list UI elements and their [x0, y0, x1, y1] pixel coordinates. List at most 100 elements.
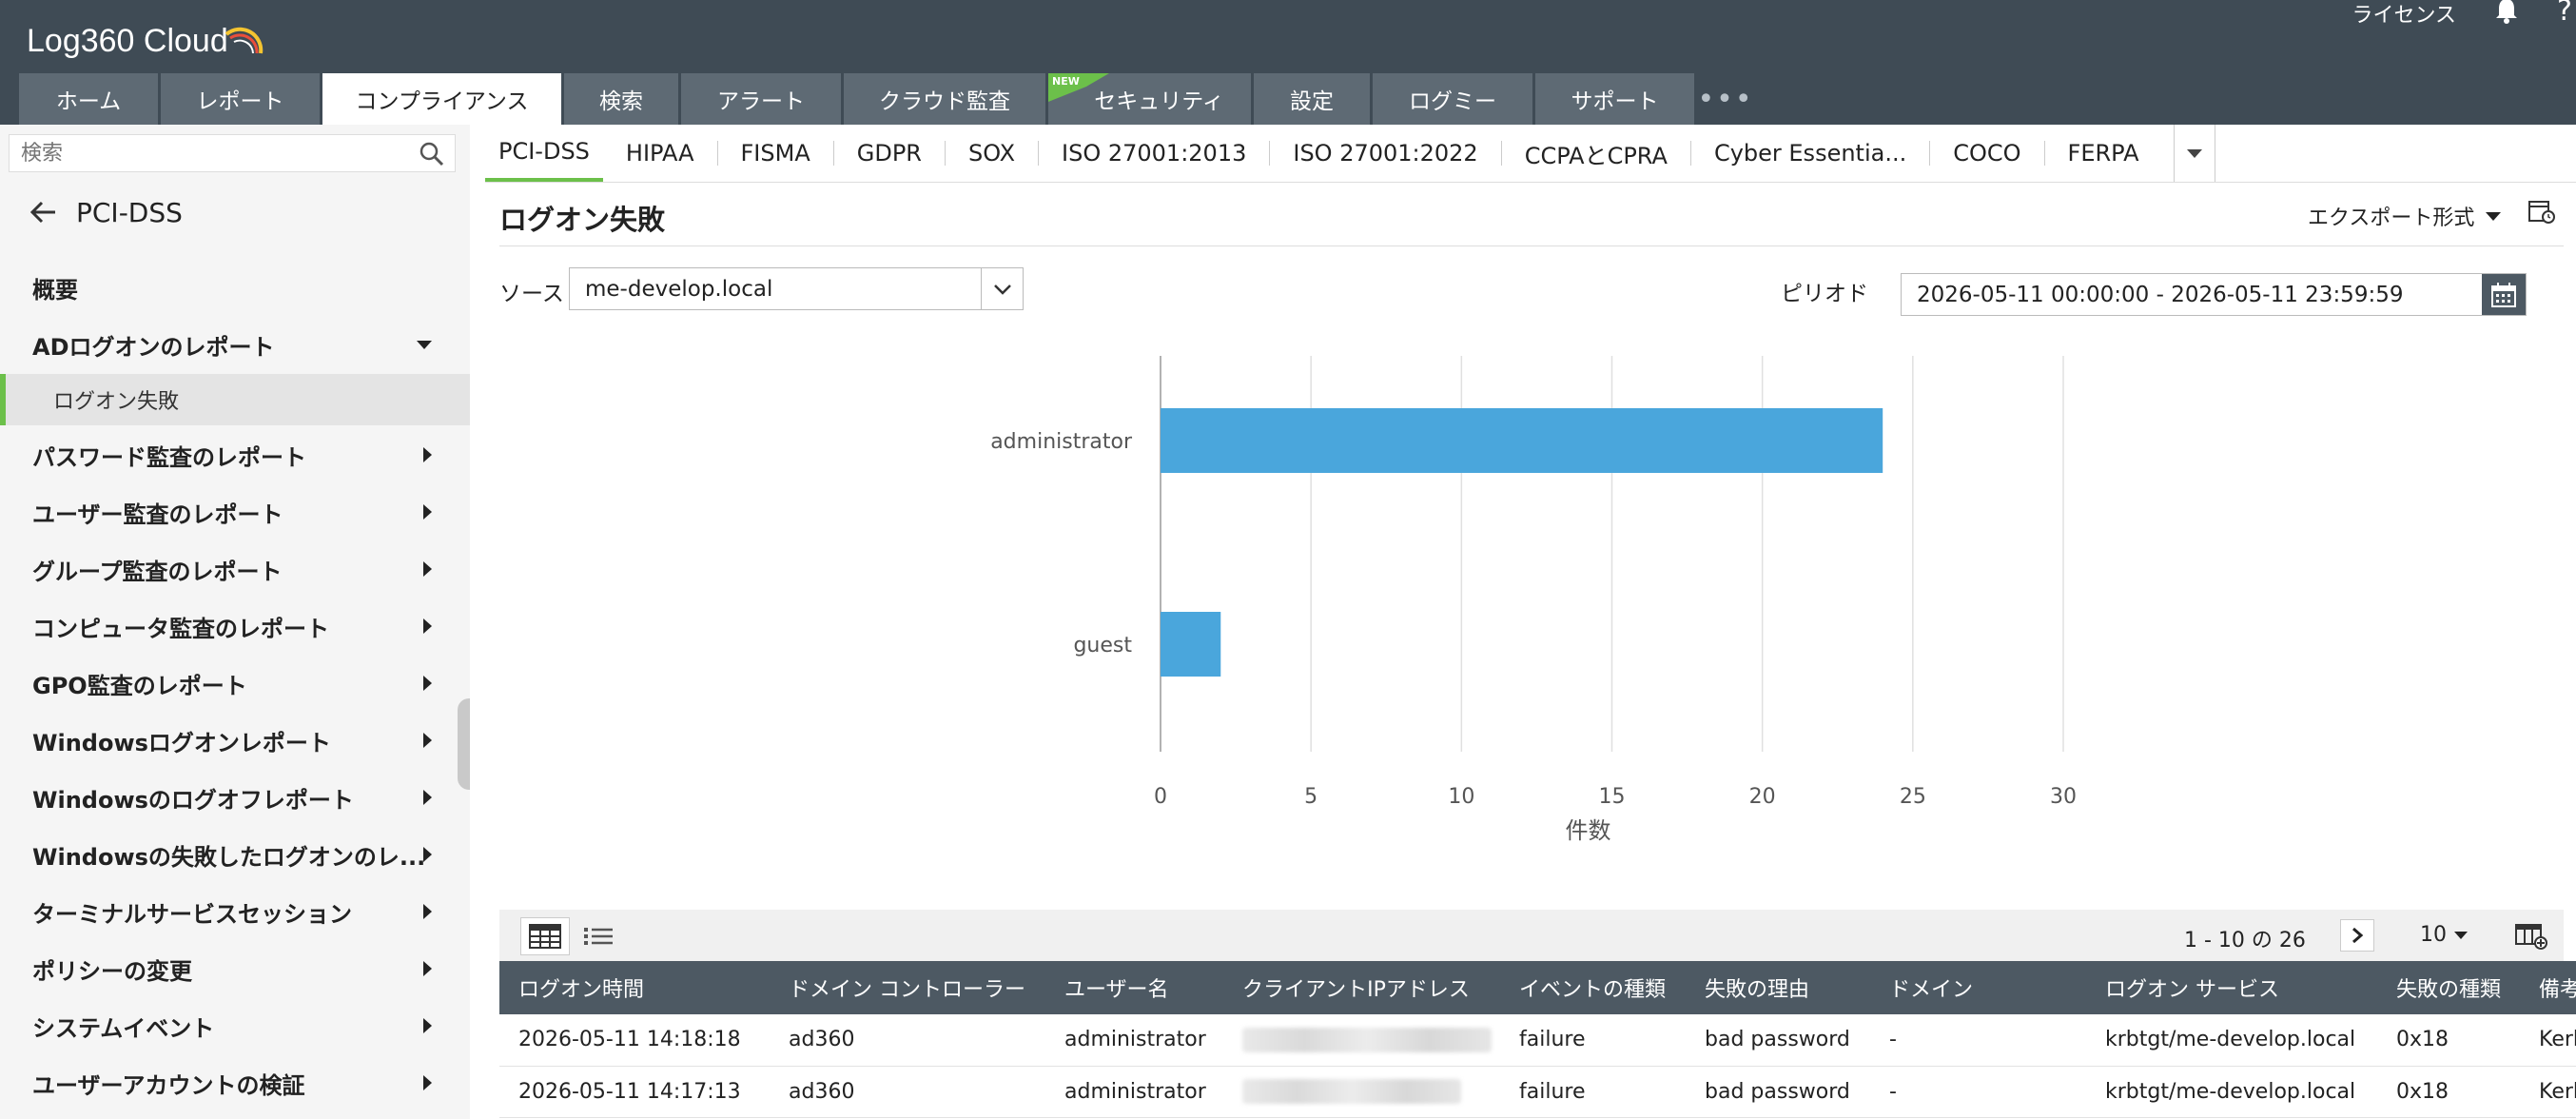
license-link[interactable]: ライセンス	[2352, 0, 2456, 29]
back-arrow-icon[interactable]	[29, 197, 59, 227]
tab-hipaa[interactable]: HIPAA	[603, 125, 717, 182]
tab-cyber-essentials[interactable]: Cyber Essentia...	[1691, 125, 1929, 182]
sidebar-item-system-events[interactable]: システムイベント	[0, 1002, 470, 1050]
chevron-right-icon	[423, 904, 432, 919]
more-compliance-tabs-button[interactable]	[2173, 125, 2215, 182]
tab-cloud-audit[interactable]: クラウド監査	[844, 73, 1045, 125]
table-row[interactable]: 2026-05-11 14:18:18 ad360 administrator …	[499, 1014, 2576, 1067]
cell-logon-time: 2026-05-11 14:18:18	[499, 1014, 770, 1067]
tab-fisma[interactable]: FISMA	[718, 125, 833, 182]
sidebar-item-user-audit[interactable]: ユーザー監査のレポート	[0, 488, 470, 536]
sidebar-item-computer-audit[interactable]: コンピュータ監査のレポート	[0, 602, 470, 650]
sidebar-item-windows-failed-logon[interactable]: Windowsの失敗したログオンのレ...	[0, 831, 470, 878]
tab-alerts[interactable]: アラート	[681, 73, 841, 125]
notification-bell-icon[interactable]	[2492, 0, 2521, 25]
cell-user-name: administrator	[1045, 1014, 1223, 1067]
cell-logon-service: krbtgt/me-develop.local	[2086, 1066, 2377, 1118]
tab-pci-dss[interactable]: PCI-DSS	[485, 125, 603, 182]
export-format-dropdown[interactable]: エクスポート形式	[2308, 201, 2502, 231]
period-date-range[interactable]: 2026-05-11 00:00:00 - 2026-05-11 23:59:5…	[1901, 273, 2527, 316]
more-tabs-icon[interactable]: •••	[1697, 73, 1754, 125]
column-header-event-type[interactable]: イベントの種類	[1500, 961, 1686, 1014]
sidebar-collapse-handle[interactable]	[458, 698, 470, 790]
tab-pci-dss-label: PCI-DSS	[498, 138, 590, 165]
tab-logme[interactable]: ログミー	[1373, 73, 1532, 125]
sidebar-item-logon-failures[interactable]: ログオン失敗	[0, 374, 470, 425]
chart-bar[interactable]	[1161, 612, 1221, 677]
column-header-remarks[interactable]: 備考	[2520, 961, 2576, 1014]
tab-support[interactable]: サポート	[1535, 73, 1694, 125]
sidebar-item-password-audit[interactable]: パスワード監査のレポート	[0, 431, 470, 479]
sidebar-item-ad-logon-reports[interactable]: ADログオンのレポート	[0, 321, 470, 368]
sidebar-item-overview[interactable]: 概要	[0, 264, 470, 311]
column-header-failure-reason[interactable]: 失敗の理由	[1686, 961, 1870, 1014]
next-page-button[interactable]	[2340, 919, 2374, 952]
sidebar-item-gpo-audit[interactable]: GPO監査のレポート	[0, 659, 470, 707]
sidebar-search-input[interactable]	[10, 135, 390, 171]
schedule-report-icon[interactable]	[2527, 196, 2557, 226]
source-select[interactable]: me-develop.local	[569, 267, 1024, 310]
sidebar-item-label: Windowsの失敗したログオンのレ...	[32, 843, 426, 871]
tab-ferpa[interactable]: FERPA	[2045, 125, 2162, 182]
sidebar-item-policy-changes[interactable]: ポリシーの変更	[0, 945, 470, 992]
app-logo[interactable]: Log360 Cloud	[27, 23, 263, 60]
back-row[interactable]: PCI-DSS	[29, 193, 183, 231]
tab-compliance[interactable]: コンプライアンス	[322, 73, 561, 125]
chevron-right-icon	[423, 961, 432, 976]
sidebar-item-terminal-services[interactable]: ターミナルサービスセッション	[0, 888, 470, 935]
column-header-logon-time[interactable]: ログオン時間	[499, 961, 770, 1014]
sidebar-item-windows-logoff[interactable]: Windowsのログオフレポート	[0, 774, 470, 821]
sidebar-item-account-validation[interactable]: ユーザーアカウントの検証	[0, 1059, 470, 1107]
tab-fisma-label: FISMA	[740, 140, 810, 167]
tab-coco[interactable]: COCO	[1930, 125, 2043, 182]
title-divider	[499, 245, 2564, 246]
column-chooser-icon[interactable]	[2514, 919, 2548, 952]
column-header-failure-type[interactable]: 失敗の種類	[2377, 961, 2520, 1014]
rows-per-page-value: 10	[2420, 923, 2447, 947]
column-header-domain[interactable]: ドメイン	[1870, 961, 2086, 1014]
app-logo-text: Log360 Cloud	[27, 23, 228, 59]
chart-bar[interactable]	[1161, 408, 1883, 473]
tab-security[interactable]: NEW セキュリティ	[1048, 73, 1251, 125]
tab-hipaa-label: HIPAA	[625, 140, 694, 167]
chevron-right-icon	[423, 733, 432, 748]
redacted-ip	[1242, 1079, 1461, 1104]
tab-iso-27001-2013-label: ISO 27001:2013	[1062, 140, 1247, 167]
tab-gdpr-label: GDPR	[856, 140, 922, 167]
tab-gdpr[interactable]: GDPR	[834, 125, 945, 182]
tab-search[interactable]: 検索	[564, 73, 678, 125]
sidebar-section-title: PCI-DSS	[76, 196, 183, 228]
table-view-button[interactable]	[520, 917, 570, 955]
tab-security-label: セキュリティ	[1094, 89, 1224, 114]
search-icon[interactable]	[419, 141, 445, 167]
chevron-right-icon	[423, 618, 432, 634]
rows-per-page-select[interactable]: 10	[2420, 923, 2468, 947]
pagination-text: 1 - 10 の 26	[2184, 929, 2306, 952]
chart-x-tick-label: 0	[1154, 785, 1167, 809]
tab-iso-27001-2013[interactable]: ISO 27001:2013	[1039, 125, 1269, 182]
sidebar-item-windows-logon[interactable]: Windowsログオンレポート	[0, 717, 470, 764]
chart-x-tick-label: 10	[1448, 785, 1474, 809]
tab-sox[interactable]: SOX	[946, 125, 1038, 182]
column-header-logon-service[interactable]: ログオン サービス	[2086, 961, 2377, 1014]
table-view-icon	[529, 924, 561, 949]
tab-settings[interactable]: 設定	[1254, 73, 1370, 125]
main-nav-tabs: ホーム レポート コンプライアンス 検索 アラート クラウド監査 NEW セキュ…	[19, 73, 1754, 125]
cell-domain: -	[1870, 1014, 2086, 1067]
column-header-client-ip[interactable]: クライアントIPアドレス	[1223, 961, 1500, 1014]
chevron-right-icon	[423, 561, 432, 577]
tab-home[interactable]: ホーム	[19, 73, 158, 125]
sidebar-search	[9, 134, 456, 172]
chart-x-tick-label: 20	[1749, 785, 1776, 809]
calendar-button[interactable]	[2482, 274, 2526, 315]
tab-iso-27001-2022[interactable]: ISO 27001:2022	[1270, 125, 1500, 182]
help-icon[interactable]: ?	[2557, 0, 2576, 28]
tab-ccpa-cpra[interactable]: CCPAとCPRA	[1502, 125, 1690, 182]
table-row[interactable]: 2026-05-11 14:17:13 ad360 administrator …	[499, 1066, 2576, 1118]
list-view-button[interactable]	[574, 917, 623, 955]
source-dropdown-button[interactable]	[981, 268, 1023, 309]
column-header-domain-controller[interactable]: ドメイン コントローラー	[770, 961, 1045, 1014]
column-header-user-name[interactable]: ユーザー名	[1045, 961, 1223, 1014]
sidebar-item-group-audit[interactable]: グループ監査のレポート	[0, 545, 470, 593]
tab-reports[interactable]: レポート	[161, 73, 320, 125]
